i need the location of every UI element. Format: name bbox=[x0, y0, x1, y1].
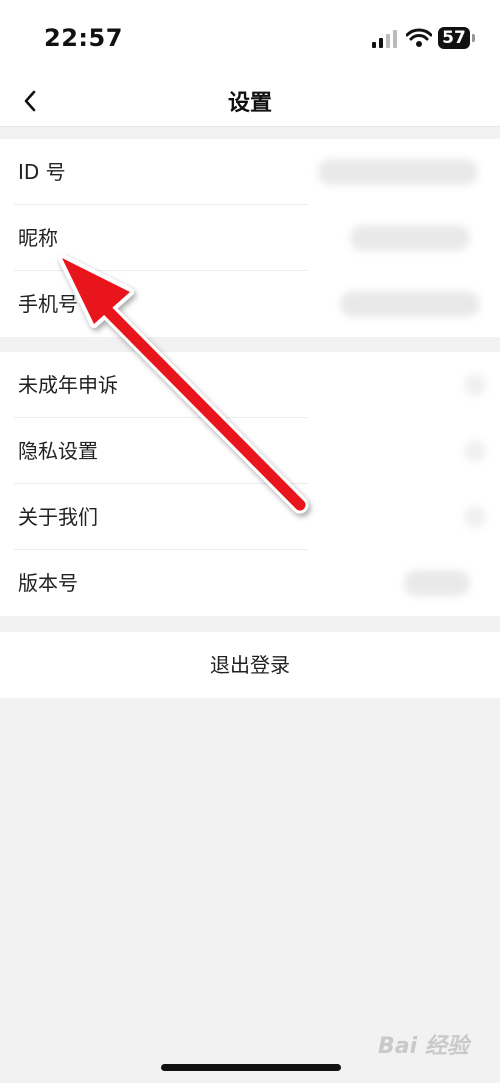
settings-row-label: ID 号 bbox=[18, 160, 66, 184]
settings-row-privacy[interactable]: 隐私设置 bbox=[0, 418, 500, 484]
settings-row-nickname[interactable]: 昵称 bbox=[0, 205, 500, 271]
battery-tip bbox=[472, 34, 475, 42]
page-title: 设置 bbox=[227, 91, 272, 116]
settings-row-label: 手机号 bbox=[18, 292, 78, 316]
settings-row-minor-appeal[interactable]: 未成年申诉 bbox=[0, 352, 500, 418]
home-indicator bbox=[161, 1064, 341, 1071]
settings-row-label: 未成年申诉 bbox=[18, 373, 118, 397]
status-bar: 22:57 57 bbox=[0, 0, 500, 80]
chevron-right-icon bbox=[464, 506, 486, 528]
logout-button[interactable]: 退出登录 bbox=[0, 632, 500, 698]
blurred-value bbox=[340, 291, 480, 317]
chevron-right-icon bbox=[464, 374, 486, 396]
signal-icon bbox=[372, 30, 397, 48]
settings-group-general: 未成年申诉 隐私设置 关于我们 版本号 bbox=[0, 352, 500, 616]
nav-bar: 设置 bbox=[0, 80, 500, 127]
settings-row-label: 昵称 bbox=[18, 226, 58, 250]
baidu-watermark: Bai 经验 bbox=[378, 1034, 469, 1059]
settings-row-version[interactable]: 版本号 bbox=[0, 550, 500, 616]
settings-row-label: 版本号 bbox=[18, 571, 78, 595]
status-time: 22:57 bbox=[44, 24, 123, 52]
settings-row-id[interactable]: ID 号 bbox=[0, 139, 500, 205]
blurred-value bbox=[404, 570, 470, 596]
settings-row-phone[interactable]: 手机号 bbox=[0, 271, 500, 337]
settings-row-label: 关于我们 bbox=[18, 505, 98, 529]
battery-icon: 57 bbox=[438, 27, 470, 49]
blurred-value bbox=[350, 225, 470, 251]
blurred-value bbox=[318, 159, 478, 185]
settings-row-label: 隐私设置 bbox=[18, 439, 98, 463]
settings-group-account: ID 号 昵称 手机号 bbox=[0, 139, 500, 337]
wifi-icon bbox=[406, 28, 432, 47]
settings-row-about[interactable]: 关于我们 bbox=[0, 484, 500, 550]
chevron-right-icon bbox=[464, 440, 486, 462]
